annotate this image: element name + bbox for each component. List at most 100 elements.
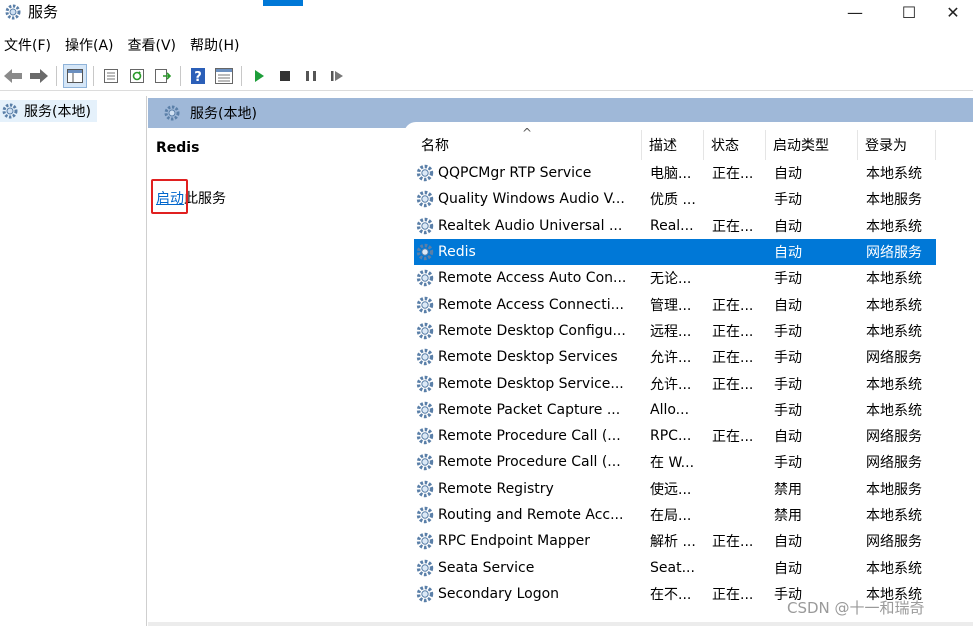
menu-action[interactable]: 操作(A) [61,35,124,57]
service-startup-type: 手动 [774,455,802,472]
service-gear-icon [416,506,434,524]
pause-service-icon[interactable] [300,65,322,87]
table-row[interactable]: Remote Packet Capture ... Allo... 手动 本地系统 [414,397,936,423]
service-log-on-as: 本地系统 [866,297,922,314]
start-service-suffix: 此服务 [184,191,226,207]
service-name-cell: Remote Desktop Configu... [414,320,642,342]
service-startup-type: 自动 [774,166,802,183]
table-row[interactable]: Seata Service Seat... 自动 本地系统 [414,554,936,580]
console-tree-icon[interactable] [63,64,87,88]
service-startup-type: 手动 [774,376,802,393]
service-log-on-as: 本地系统 [866,323,922,340]
minimize-button[interactable]: — [835,0,875,24]
selected-service-name: Redis [156,140,200,156]
table-row[interactable]: Remote Procedure Call (... RPC... 正在... 自动 网… [414,423,936,449]
title-bar: 服务 — ☐ ✕ [0,0,973,24]
refresh-icon[interactable] [126,65,148,87]
service-startup-type: 自动 [774,218,802,235]
service-name-cell: Remote Desktop Services [414,346,642,368]
menu-help[interactable]: 帮助(H) [186,35,249,57]
service-gear-icon [416,243,434,261]
service-name-cell: Remote Registry [414,478,642,500]
properties-icon[interactable] [100,65,122,87]
table-row[interactable]: Remote Desktop Services 允许... 正在... 手动 网络服务 [414,344,936,370]
service-description: 允许... [650,376,692,393]
table-row[interactable]: Remote Access Connecti... 管理... 正在... 自动 本地系… [414,291,936,317]
column-header-log-on-as[interactable]: 登录为 [858,130,936,160]
help-icon[interactable]: ? [187,65,209,87]
service-name-cell: Remote Packet Capture ... [414,399,642,421]
service-startup-type: 自动 [774,429,802,446]
service-startup-type: 禁用 [774,508,802,524]
table-row[interactable]: Remote Access Auto Con... 无论... 手动 本地系统 [414,265,936,291]
service-description: 使远... [650,481,692,498]
service-name-cell: Remote Desktop Service... [414,373,642,395]
service-gear-icon [416,270,434,287]
service-status: 正在... [712,429,754,446]
service-description: 在局... [650,508,692,524]
export-list-icon[interactable] [152,65,174,87]
service-log-on-as: 本地系统 [866,271,922,288]
service-description: 允许... [650,350,692,367]
back-arrow-icon[interactable] [2,65,24,87]
service-description: Seat... [650,559,695,576]
forward-arrow-icon[interactable] [28,65,50,87]
table-row[interactable]: Redis 自动 网络服务 [414,238,936,266]
service-description: 电脑... [650,166,692,183]
service-status: 正在... [712,323,754,340]
service-log-on-as: 网络服务 [866,455,922,472]
service-log-on-as: 本地系统 [866,560,922,577]
details-view-icon[interactable] [213,65,235,87]
close-button[interactable]: ✕ [933,0,973,24]
table-row[interactable]: Routing and Remote Acc... 在局... 禁用 本地系统 [414,502,936,528]
toolbar-separator [56,66,57,86]
tree-item-services-local[interactable]: 服务(本地) [0,100,97,122]
start-service-icon[interactable] [248,65,270,87]
sort-indicator-icon: ^ [522,126,533,140]
toolbar-separator [93,66,94,86]
table-row[interactable]: Realtek Audio Universal ... Real... 正在... 自… [414,213,936,239]
service-name-cell: Remote Procedure Call (... [414,425,642,447]
menu-bar: 文件(F) 操作(A) 查看(V) 帮助(H) [0,34,973,58]
stop-service-icon[interactable] [274,65,296,87]
service-startup-type: 手动 [774,323,802,340]
column-header-description[interactable]: 描述 [642,130,704,160]
table-row[interactable]: Remote Procedure Call (... 在 W... 手动 网络服务 [414,449,936,475]
service-name: Realtek Audio Universal ... [438,217,623,234]
restart-service-icon[interactable] [326,65,348,87]
pane-header-title: 服务(本地) [190,106,257,122]
service-name: Remote Packet Capture ... [438,401,621,418]
service-gear-icon [416,217,434,234]
table-row[interactable]: QQPCMgr RTP Service 电脑... 正在... 自动 本地系统 [414,160,936,186]
service-status: 正在... [712,376,754,393]
service-gear-icon [416,427,434,445]
service-description: 解析 ... [650,534,696,551]
service-gear-icon [416,375,434,392]
menu-file[interactable]: 文件(F) [0,35,61,57]
service-name: QQPCMgr RTP Service [438,165,592,182]
service-gear-icon [416,296,434,313]
column-header-startup-type[interactable]: 启动类型 [766,130,858,160]
service-startup-type: 自动 [774,534,802,551]
service-description: RPC... [650,428,692,445]
accent-tab [263,0,303,6]
table-row[interactable]: Remote Desktop Service... 允许... 正在... 手动 本地系… [414,370,936,396]
table-row[interactable]: Remote Registry 使远... 禁用 本地服务 [414,476,936,502]
horizontal-scrollbar[interactable] [148,622,973,626]
table-row[interactable]: RPC Endpoint Mapper 解析 ... 正在... 自动 网络服务 [414,528,936,554]
watermark: CSDN @十一和瑞奇 [787,599,925,617]
service-description: 在 W... [650,455,695,472]
menu-view[interactable]: 查看(V) [124,35,187,57]
column-header-status[interactable]: 状态 [704,130,766,160]
table-row[interactable]: Remote Desktop Configu... 远程... 正在... 手动 本地系… [414,318,936,344]
service-name: Remote Registry [438,480,554,497]
service-name: Remote Procedure Call (... [438,454,621,471]
service-startup-type: 手动 [774,402,802,419]
service-detail-panel: Redis 启动此服务 [148,128,402,626]
service-gear-icon [416,349,434,366]
table-row[interactable]: Quality Windows Audio V... 优质 ... 手动 本地服务 [414,186,936,212]
service-name: Remote Desktop Services [438,349,618,366]
service-status: 正在... [712,166,754,183]
maximize-button[interactable]: ☐ [889,0,929,24]
service-startup-type: 禁用 [774,481,802,498]
